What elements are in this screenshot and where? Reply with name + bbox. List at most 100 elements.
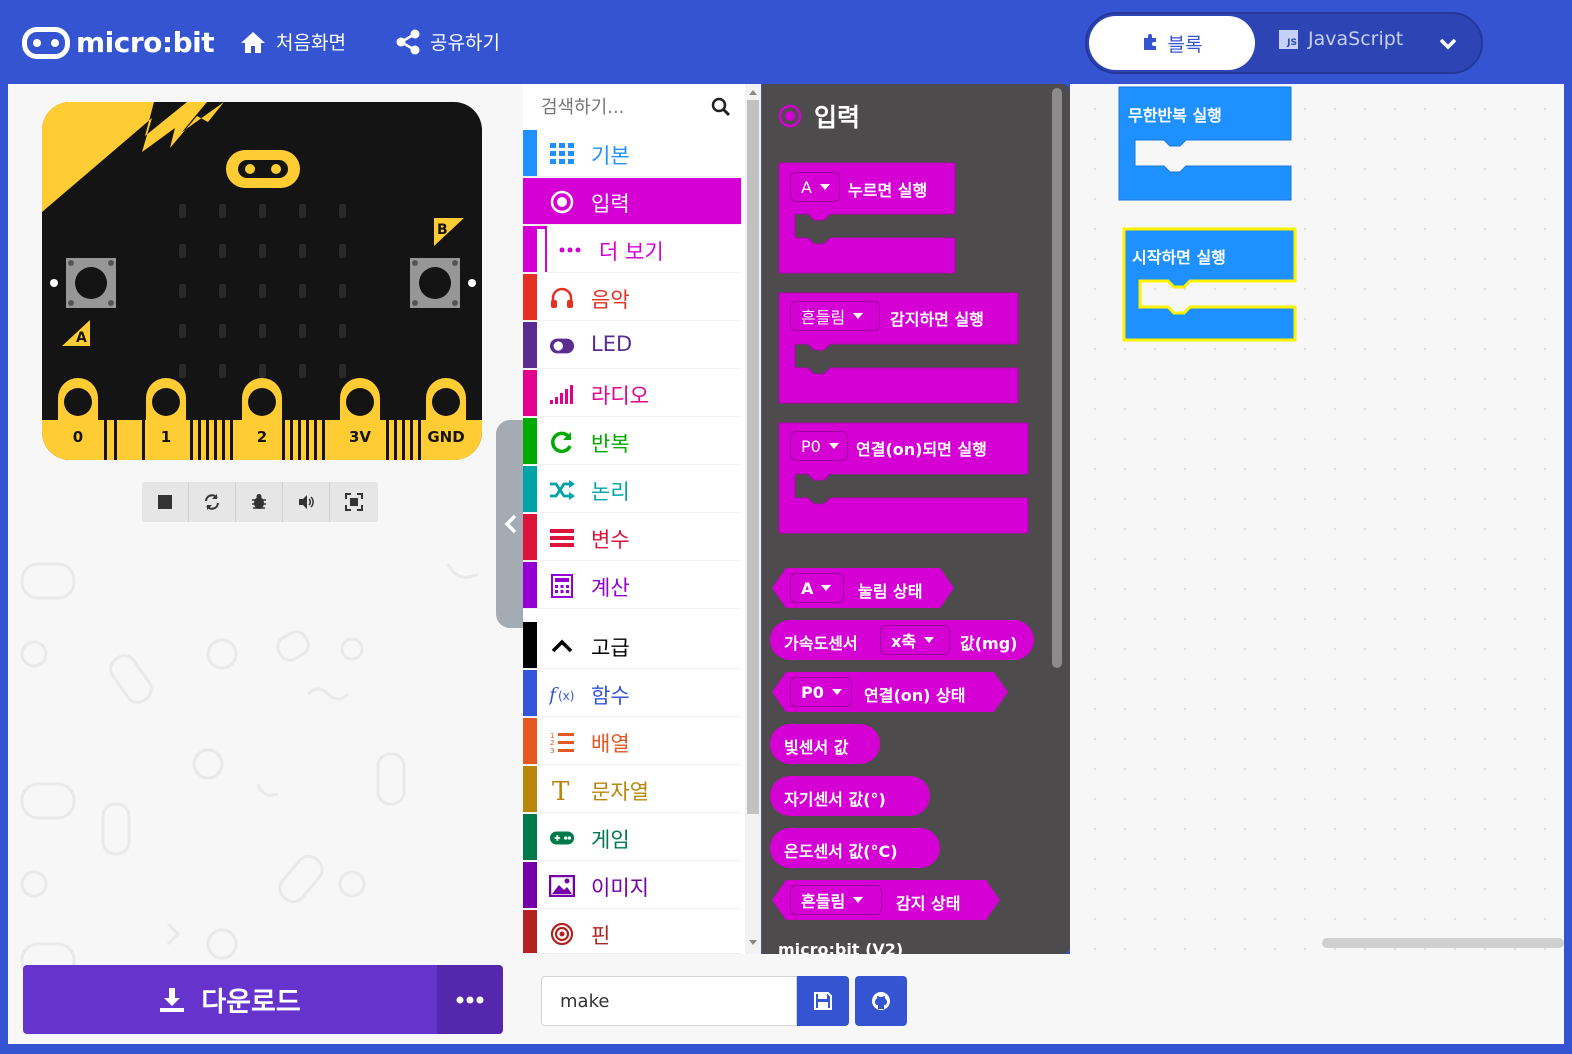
category-advanced[interactable]: 고급 [523, 622, 741, 669]
dropdown-value: 흔들림 [801, 892, 846, 911]
pin-1[interactable] [146, 378, 186, 460]
block-text: 시작하면 실행 [1132, 248, 1226, 267]
block-text: 값(mg) [960, 634, 1018, 653]
category-variables[interactable]: 변수 [523, 514, 741, 561]
chevron-down-icon[interactable] [1437, 32, 1459, 58]
pin-dropdown[interactable]: P0 [790, 431, 848, 461]
toolbox-scrollbar[interactable] [745, 84, 761, 954]
button-a-label: A [76, 330, 87, 346]
category-functions[interactable]: f (x) 함수 [523, 670, 741, 717]
blocks-flyout: 입력 A 누르면 실행 흔들림 감지하면 실행 P0 연결(on)되면 실행 A… [762, 84, 1070, 954]
debug-button[interactable] [236, 482, 283, 522]
download-button[interactable]: 다운로드 [23, 965, 437, 1034]
category-label: 음악 [591, 288, 630, 312]
flyout-scrollbar[interactable] [1052, 88, 1062, 668]
blocks-workspace[interactable]: 무한반복 실행 시작하면 실행 [1070, 84, 1564, 954]
category-label: 라디오 [591, 384, 649, 408]
button-b[interactable] [410, 258, 460, 308]
js-icon: JS [1279, 29, 1298, 49]
share-button[interactable]: 공유하기 [396, 28, 500, 55]
download-more-button[interactable] [437, 965, 503, 1034]
category-radio[interactable]: 라디오 [523, 370, 741, 417]
block-light-level[interactable]: 빛센서 값 [770, 724, 880, 764]
block-text: 감지 상태 [896, 894, 961, 913]
category-game[interactable]: 게임 [523, 814, 741, 861]
fullscreen-button[interactable] [330, 482, 377, 522]
category-input-more[interactable]: 더 보기 [523, 226, 741, 273]
gesture-dropdown[interactable]: 흔들림 [790, 885, 882, 915]
category-led[interactable]: LED [523, 322, 741, 369]
block-text: 온도센서 값(°C) [784, 842, 898, 861]
category-loops[interactable]: 반복 [523, 418, 741, 465]
simulator-controls [142, 482, 378, 522]
axis-dropdown[interactable]: x축 [880, 625, 950, 655]
blocks-mode-button[interactable]: 블록 [1089, 16, 1255, 70]
pin-2[interactable] [242, 378, 282, 460]
category-label: 고급 [591, 636, 630, 660]
scroll-down-icon[interactable] [745, 936, 761, 950]
scroll-up-icon[interactable] [745, 85, 761, 99]
dropdown-value: A [801, 578, 814, 598]
block-compass-heading[interactable]: 자기센서 값(°) [770, 776, 930, 816]
function-icon: f (x) [549, 681, 575, 707]
block-text: 누르면 실행 [848, 181, 928, 200]
pin-gnd[interactable] [426, 378, 466, 460]
javascript-mode-button[interactable]: JS JavaScript [1279, 28, 1403, 50]
share-icon [396, 29, 420, 54]
github-icon [872, 992, 890, 1010]
stop-icon [158, 495, 172, 509]
category-math[interactable]: 계산 [523, 562, 741, 609]
category-label: 계산 [591, 576, 630, 600]
category-images[interactable]: 이미지 [523, 862, 741, 909]
category-label: 변수 [591, 528, 630, 552]
toggle-icon [549, 333, 575, 359]
category-pins[interactable]: 핀 [523, 910, 741, 954]
toolbox: 기본 입력 더 보기 음악 LED 라디오 반복 논리 [523, 84, 761, 954]
block-pin-is-pressed[interactable]: P0 연결(on) 상태 [772, 672, 1008, 712]
block-acceleration[interactable]: 가속도센서 x축 값(mg) [770, 620, 1034, 660]
block-button-is-pressed[interactable]: A 눌림 상태 [772, 568, 954, 608]
gamepad-icon [549, 825, 575, 851]
stop-button[interactable] [142, 482, 189, 522]
download-icon [160, 987, 185, 1012]
save-button[interactable] [797, 976, 849, 1026]
category-text[interactable]: T 문자열 [523, 766, 741, 813]
category-label: 핀 [591, 924, 611, 948]
ellipsis-icon [557, 237, 583, 263]
category-basic[interactable]: 기본 [523, 130, 741, 177]
category-label: 논리 [591, 480, 630, 504]
home-icon [241, 31, 265, 53]
search-icon[interactable] [711, 97, 731, 117]
toolbox-scroll-thumb[interactable] [747, 100, 759, 814]
category-music[interactable]: 음악 [523, 274, 741, 321]
category-arrays[interactable]: 123 배열 [523, 718, 741, 765]
home-button[interactable]: 처음화면 [240, 28, 346, 55]
refresh-icon [549, 429, 575, 455]
block-temperature[interactable]: 온도센서 값(°C) [770, 828, 940, 868]
button-b-label: B [437, 222, 448, 238]
workspace-horizontal-scrollbar[interactable] [1322, 938, 1564, 948]
simulator-collapse-handle[interactable] [496, 420, 526, 628]
project-name-input[interactable] [541, 976, 797, 1026]
microbit-logo[interactable]: micro:bit [22, 26, 215, 59]
blocks-mode-label: 블록 [1167, 33, 1203, 56]
pin-3v[interactable] [340, 378, 380, 460]
github-button[interactable] [855, 976, 907, 1026]
mute-button[interactable] [283, 482, 330, 522]
restart-button[interactable] [189, 482, 236, 522]
target-icon [549, 921, 575, 947]
category-logic[interactable]: 논리 [523, 466, 741, 513]
pin-dropdown[interactable]: P0 [790, 677, 852, 707]
dropdown-value: P0 [801, 436, 821, 456]
button-a[interactable] [66, 258, 116, 308]
block-gesture-is[interactable]: 흔들림 감지 상태 [772, 880, 1000, 920]
button-dropdown[interactable]: A [790, 172, 840, 202]
gesture-dropdown[interactable]: 흔들림 [790, 301, 880, 331]
fullscreen-icon [344, 493, 363, 511]
pin-0[interactable] [58, 378, 98, 460]
category-label: 반복 [591, 432, 630, 456]
dropdown-value: x축 [891, 632, 917, 651]
category-input[interactable]: 입력 [523, 178, 741, 225]
calculator-icon [549, 573, 575, 599]
button-dropdown[interactable]: A [790, 573, 844, 603]
